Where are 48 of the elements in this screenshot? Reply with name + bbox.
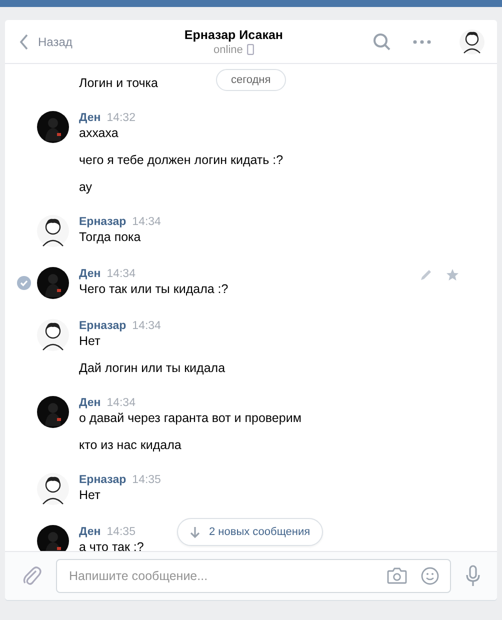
avatar[interactable]	[37, 473, 69, 505]
message-time: 14:34	[132, 319, 161, 334]
selected-check-icon[interactable]	[16, 276, 30, 290]
more-icon[interactable]	[413, 40, 431, 44]
chevron-left-icon	[19, 32, 29, 50]
online-status: online	[214, 44, 243, 56]
message-text: аххаха	[79, 126, 120, 141]
author-name[interactable]: Ден	[79, 396, 101, 411]
message-field[interactable]: Напишите сообщение...	[56, 559, 451, 593]
message-time: 14:34	[132, 215, 161, 230]
camera-icon[interactable]	[387, 567, 407, 584]
author-name[interactable]: Ерназар	[79, 215, 126, 230]
new-messages-button[interactable]: 2 новых сообщения	[177, 518, 324, 546]
message-text: кто из нас кидала	[79, 438, 182, 453]
message-text: Нет	[79, 334, 102, 349]
message-text: Дай логин или ты кидала	[79, 361, 226, 376]
chat-title: Ерназар Исакан	[184, 28, 283, 42]
message-time: 14:35	[106, 525, 136, 540]
message-time: 14:35	[132, 473, 161, 488]
message-text: о давай через гаранта вот и проверим	[79, 411, 302, 426]
message-text: а что так :?	[79, 540, 144, 551]
author-name[interactable]: Ерназар	[79, 319, 126, 334]
author-name[interactable]: Ден	[79, 111, 101, 126]
star-icon[interactable]	[446, 269, 459, 281]
phone-icon	[246, 44, 254, 55]
microphone-icon[interactable]	[465, 565, 481, 587]
message-time: 14:34	[106, 396, 136, 411]
message-text: ау	[79, 180, 94, 195]
author-name[interactable]: Ерназар	[79, 473, 126, 488]
avatar[interactable]	[37, 215, 69, 247]
author-name[interactable]: Ден	[79, 267, 101, 282]
search-icon[interactable]	[373, 32, 391, 50]
message-text: Логин и точка	[79, 76, 158, 91]
date-badge: сегодня	[216, 69, 286, 91]
author-name[interactable]: Ден	[79, 525, 101, 540]
back-button[interactable]: Назад	[15, 26, 76, 56]
message-text: Нет	[79, 488, 102, 503]
message-text: чего я тебе должен логин кидать :?	[79, 153, 284, 168]
emoji-icon[interactable]	[421, 567, 439, 585]
message-time: 14:32	[106, 111, 136, 126]
arrow-down-icon	[190, 526, 200, 538]
avatar[interactable]	[459, 28, 485, 54]
edit-icon[interactable]	[420, 269, 432, 281]
message-text: Чего так или ты кидала :?	[79, 282, 228, 297]
message-text: Тогда пока	[79, 230, 142, 245]
message-time: 14:34	[106, 267, 136, 282]
attach-icon[interactable]	[22, 565, 42, 587]
avatar[interactable]	[37, 319, 69, 351]
